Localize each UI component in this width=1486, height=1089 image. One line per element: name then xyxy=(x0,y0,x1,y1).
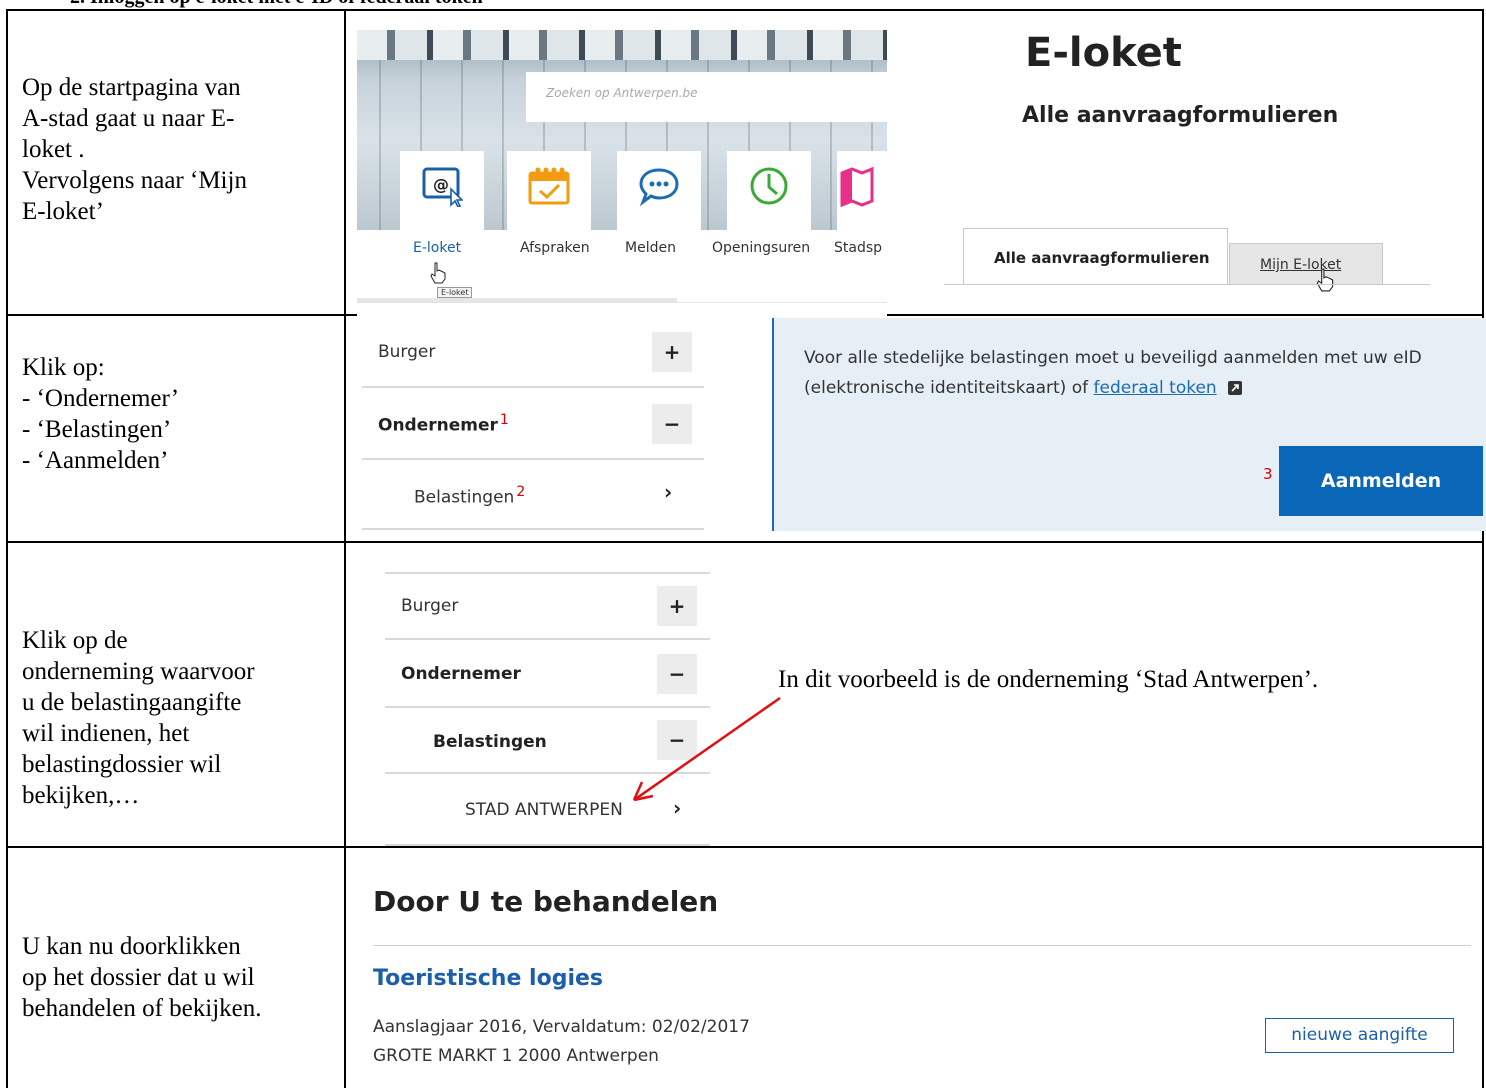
dossier-title-link[interactable]: Toeristische logies xyxy=(373,966,603,991)
menu-item-burger[interactable]: Burger + xyxy=(385,574,710,640)
calendar-icon xyxy=(528,167,570,205)
tab-baseline xyxy=(944,284,1430,285)
tile-afspraken[interactable] xyxy=(507,151,591,241)
collapse-minus-icon[interactable]: − xyxy=(657,654,697,694)
table-row-divider xyxy=(6,541,1484,543)
tile-label-openingsuren[interactable]: Openingsuren xyxy=(712,240,810,256)
menu-label-burger: Burger xyxy=(401,596,459,616)
search-input[interactable]: Zoeken op Antwerpen.be xyxy=(526,72,887,122)
belastingen-text: Belastingen xyxy=(414,487,515,508)
svg-text:@: @ xyxy=(433,175,449,194)
chevron-right-icon: › xyxy=(664,480,673,504)
eloket-page-subtitle: Alle aanvraagformulieren xyxy=(1022,103,1339,128)
tile-eloket[interactable]: @ xyxy=(400,151,484,241)
hand-cursor-icon xyxy=(430,262,446,284)
nieuwe-aangifte-button[interactable]: nieuwe aangifte xyxy=(1265,1018,1454,1053)
menu-item-burger[interactable]: Burger + xyxy=(362,318,704,388)
ondernemer-text: Ondernemer xyxy=(378,415,498,436)
step-number-1: 1 xyxy=(499,412,509,428)
collapse-minus-icon[interactable]: − xyxy=(652,404,692,444)
section-heading: 2. Inloggen op e-loket met e-ID of feder… xyxy=(70,0,483,9)
expand-plus-icon[interactable]: + xyxy=(657,586,697,626)
section-title: Door U te behandelen xyxy=(373,885,719,918)
harbour-boats xyxy=(357,30,887,60)
dossier-meta-line2: GROTE MARKT 1 2000 Antwerpen xyxy=(373,1046,659,1066)
step-2-text: Klik op: - ‘Ondernemer’ - ‘Belastingen’ … xyxy=(22,354,180,474)
eloket-tooltip: E-loket xyxy=(437,287,473,298)
table-row-divider xyxy=(6,846,1484,848)
tab-alle-label: Alle aanvraagformulieren xyxy=(994,249,1210,267)
example-note: In dit voorbeeld is de onderneming ‘Stad… xyxy=(778,666,1319,693)
tile-label-eloket[interactable]: E-loket xyxy=(413,240,461,256)
expand-plus-icon[interactable]: + xyxy=(652,332,692,372)
tile-label-afspraken[interactable]: Afspraken xyxy=(520,240,590,256)
menu-label-ondernemer: Ondernemer xyxy=(401,664,521,684)
step-number-2: 2 xyxy=(516,484,526,500)
table-border-right xyxy=(1482,9,1484,1088)
clock-icon xyxy=(750,167,788,205)
hand-cursor-icon xyxy=(1316,268,1334,292)
tab-mijn-eloket[interactable]: Mijn E-loket xyxy=(1229,243,1383,284)
eloket-page-title: E-loket xyxy=(1025,30,1182,76)
hero-bottom-line xyxy=(357,302,887,303)
eloket-icon: @ xyxy=(422,167,463,207)
menu-panel-1: Burger + Ondernemer 1 − Belastingen 2 › xyxy=(362,318,704,530)
dossier-meta-line1: Aanslagjaar 2016, Vervaldatum: 02/02/201… xyxy=(373,1017,750,1037)
speech-bubble-icon xyxy=(639,168,679,207)
federaal-token-link[interactable]: federaal token xyxy=(1094,378,1217,398)
tile-label-stadsplan[interactable]: Stadsp xyxy=(834,240,882,256)
section-divider xyxy=(373,945,1471,946)
tile-label-melden[interactable]: Melden xyxy=(625,240,676,256)
login-info-text: Voor alle stedelijke belastingen moet u … xyxy=(804,343,1474,403)
tile-openingsuren[interactable] xyxy=(727,151,811,241)
homepage-screenshot: Zoeken op Antwerpen.be @ E-loket Afsprak… xyxy=(357,30,887,320)
step-4-text: U kan nu doorklikken op het dossier dat … xyxy=(22,933,262,1022)
red-arrow-icon xyxy=(632,696,781,802)
table-column-divider xyxy=(344,9,346,1088)
menu-label-belastingen: Belastingen xyxy=(433,732,547,752)
menu-label-company: STAD ANTWERPEN xyxy=(465,800,623,820)
external-link-icon xyxy=(1228,381,1243,395)
menu-label-belastingen: Belastingen 2 xyxy=(414,484,525,508)
search-placeholder: Zoeken op Antwerpen.be xyxy=(546,86,698,100)
map-icon xyxy=(840,166,874,207)
menu-item-belastingen[interactable]: Belastingen 2 › xyxy=(362,460,704,530)
tab-alle-aanvraagformulieren[interactable]: Alle aanvraagformulieren xyxy=(963,228,1228,285)
dossier-meta: Aanslagjaar 2016, Vervaldatum: 02/02/201… xyxy=(373,1013,750,1071)
menu-label-burger: Burger xyxy=(378,342,436,362)
step-number-3: 3 xyxy=(1263,465,1273,483)
tile-melden[interactable] xyxy=(617,151,701,241)
table-border-left xyxy=(6,9,8,1088)
aanmelden-button[interactable]: Aanmelden xyxy=(1279,446,1483,516)
menu-item-ondernemer[interactable]: Ondernemer 1 − xyxy=(362,388,704,460)
step-1-text: Op de startpagina van A-stad gaat u naar… xyxy=(22,74,247,225)
login-info-box: Voor alle stedelijke belastingen moet u … xyxy=(772,318,1486,531)
menu-label-ondernemer: Ondernemer 1 xyxy=(378,412,509,436)
tile-stadsplan[interactable] xyxy=(837,151,887,241)
step-3-text: Klik op de onderneming waarvoor u de bel… xyxy=(22,627,255,809)
table-border-top xyxy=(6,9,1484,11)
